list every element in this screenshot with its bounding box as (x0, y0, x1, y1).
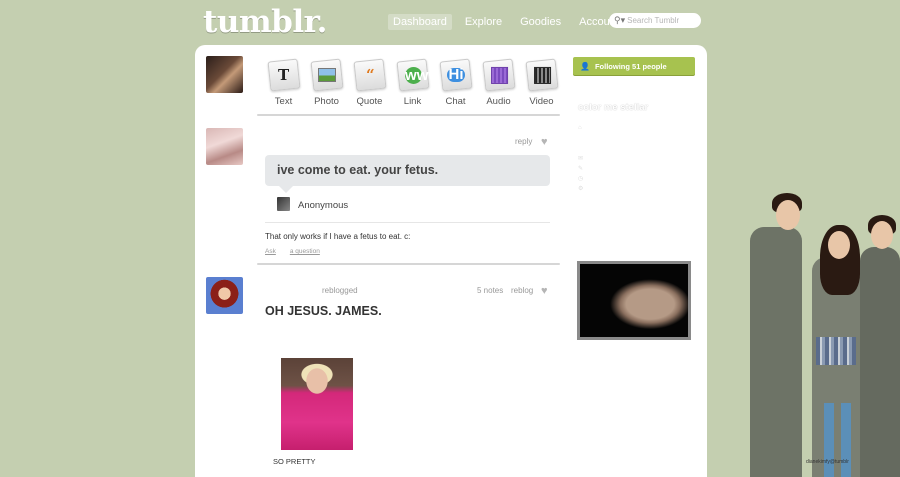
like-icon[interactable]: ✣ (655, 247, 661, 255)
nav-goodies[interactable]: Goodies (515, 14, 566, 30)
top-nav: Dashboard Explore Goodies Account▼ (388, 14, 643, 30)
photo-caption: SO PRETTY (273, 457, 316, 466)
search-input[interactable] (627, 16, 698, 25)
sidebar-item-drafts[interactable]: ✎ Drafts (578, 164, 650, 174)
nav-explore[interactable]: Explore (460, 14, 507, 30)
answer-text: That only works if I have a fetus to eat… (265, 232, 411, 241)
nav-dashboard[interactable]: Dashboard (388, 14, 452, 30)
heart-icon[interactable]: ♥ (541, 285, 548, 297)
sidebar-item-label: posts (607, 134, 623, 142)
sidebar-item-followers[interactable]: followers (578, 143, 650, 153)
divider (265, 222, 550, 223)
post-link-button[interactable]: www Link (391, 58, 440, 107)
post-type-bar: T Text Photo “ Quote www Link Hi Chat Au… (262, 58, 563, 107)
sidebar-item-label: followers (607, 144, 633, 152)
question-link[interactable]: a question (290, 248, 320, 255)
post-text-button[interactable]: T Text (262, 58, 305, 107)
search-icon: ⚲▾ (614, 15, 626, 25)
anonymous-avatar (277, 197, 290, 211)
post-title: OH JESUS. JAMES. (265, 304, 382, 318)
post-text-label: Text (274, 96, 293, 107)
heart-icon[interactable]: ♥ (541, 136, 548, 148)
reblog-button[interactable]: reblog (511, 286, 533, 295)
home-icon: ⌂ (578, 125, 582, 131)
blog-title[interactable]: color me stellar (578, 102, 648, 113)
post-quote-label: Quote (356, 96, 383, 107)
blog-links: ⌂ dianekimfy.tumblr.com posts followers ✉… (578, 123, 650, 194)
post-chat-label: Chat (445, 96, 466, 107)
post-link-label: Link (403, 96, 422, 107)
sidebar-item-customize[interactable]: ⚙ Customize (578, 184, 650, 194)
ask-link[interactable]: Ask (265, 248, 276, 255)
radar-photo[interactable] (577, 261, 691, 340)
reblog-icon[interactable]: ▭ (668, 247, 675, 255)
post-chat-button[interactable]: Hi Chat (434, 58, 477, 107)
photo-icon (317, 68, 336, 82)
radar-credit: via retlehs (578, 345, 608, 352)
post-audio-label: Audio (486, 96, 511, 107)
mail-icon: ✉ (578, 155, 584, 162)
sidebar-item-queue[interactable]: ◷ Queue (578, 174, 650, 184)
sidebar-item-blog[interactable]: ⌂ dianekimfy.tumblr.com (578, 123, 650, 133)
ask-question: ive come to eat. your fetus. (265, 155, 550, 193)
sidebar-item-label: Drafts (586, 164, 604, 172)
queue-icon: ◷ (578, 175, 584, 182)
drafts-icon: ✎ (578, 165, 584, 172)
follow-icon[interactable]: ⊕ (681, 247, 687, 255)
post-photo-label: Photo (314, 96, 339, 107)
sidebar-item-posts[interactable]: posts (578, 133, 650, 143)
ask-links: Ask a question (265, 248, 334, 255)
reply-button[interactable]: reply (515, 137, 532, 146)
customize-icon: ⚙ (578, 186, 584, 193)
divider (257, 263, 560, 265)
sidebar-item-label: dianekimfy.tumblr.com (586, 124, 651, 131)
divider (257, 114, 560, 116)
sidebar-item-label: Customize (586, 185, 617, 193)
radar-heading: Radar (577, 247, 597, 254)
following-button[interactable]: 👤 Following 51 people (573, 57, 695, 75)
tumblr-logo[interactable]: tumblr. (203, 4, 327, 40)
tracked-tags-heading: Tracked Tags (577, 208, 622, 217)
explore-label: Explore Tumblr (584, 224, 629, 231)
liked-posts-link[interactable]: Liked 172 posts (578, 81, 627, 88)
post-video-button[interactable]: Video (520, 58, 563, 107)
link-icon: www (404, 66, 440, 84)
chat-icon: Hi (446, 66, 465, 83)
video-icon (533, 66, 550, 84)
post-video-label: Video (529, 96, 554, 107)
radar-user-link[interactable]: retlehs (588, 345, 608, 352)
audio-icon (490, 66, 507, 84)
text-icon: T (277, 66, 290, 85)
asker-name: Anonymous (298, 200, 349, 211)
user-icon: 👤 (580, 61, 590, 71)
following-label: Following 51 people (594, 61, 667, 71)
watermark: dianekimfy@tumblr (806, 459, 849, 465)
notes-count[interactable]: 5 notes (477, 286, 503, 295)
search-icon: ⚲ (578, 224, 585, 231)
avatar-post1[interactable] (206, 128, 243, 165)
avatar-current-user[interactable] (206, 56, 243, 93)
avatar-post2[interactable] (206, 277, 243, 314)
post-photo[interactable] (281, 358, 353, 450)
post-quote-button[interactable]: “ Quote (348, 58, 391, 107)
explore-tumblr-link[interactable]: ⚲ Explore Tumblr (578, 223, 628, 231)
sidebar-item-label: Queue (586, 174, 606, 182)
background-people-image (742, 185, 900, 477)
sidebar-item-messages[interactable]: ✉ Messages (1) (578, 154, 650, 164)
post-audio-button[interactable]: Audio (477, 58, 520, 107)
quote-icon: “ (365, 66, 374, 85)
sidebar-item-label: Messages (1) (586, 154, 626, 162)
radar-via: via (578, 345, 587, 352)
reblogged-label: reblogged (322, 286, 358, 295)
search-box[interactable]: ⚲▾ (609, 13, 701, 28)
post-photo-button[interactable]: Photo (305, 58, 348, 107)
